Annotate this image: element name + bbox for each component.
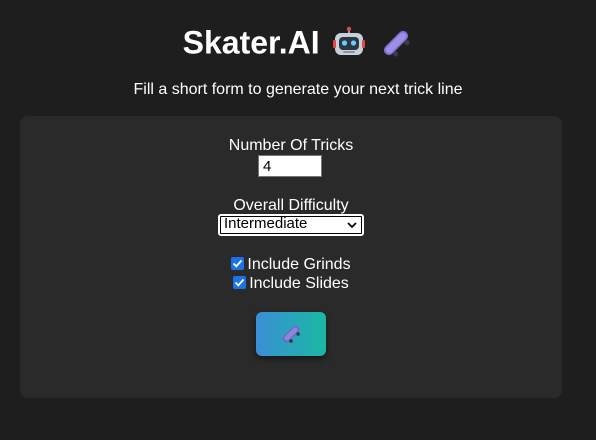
grinds-label: Include Grinds (247, 256, 351, 273)
skateboard-icon (282, 325, 300, 343)
page-title: Skater.AI (0, 20, 596, 63)
robot-icon (332, 26, 366, 60)
tricks-label: Number Of Tricks (228, 137, 354, 154)
chevron-down-icon (347, 222, 357, 229)
slides-option[interactable]: Include Slides (20, 274, 562, 294)
difficulty-label: Overall Difficulty (233, 197, 349, 214)
page: Skater.AI Fill a short form to generate … (0, 0, 596, 440)
check-icon (235, 278, 245, 287)
grinds-option[interactable]: Include Grinds (20, 255, 562, 275)
difficulty-select[interactable]: Intermediate (218, 214, 364, 236)
generate-button[interactable] (256, 312, 326, 356)
tricks-number-input[interactable] (258, 155, 322, 177)
difficulty-selected-value: Intermediate (224, 215, 308, 232)
slides-label: Include Slides (249, 275, 349, 292)
page-subtitle: Fill a short form to generate your next … (133, 81, 463, 98)
app-title: Skater.AI (182, 24, 320, 61)
slides-checkbox[interactable] (233, 276, 247, 289)
trick-form-card: Number Of Tricks Overall Difficulty Inte… (20, 116, 562, 398)
grinds-checkbox[interactable] (231, 257, 245, 270)
check-icon (233, 259, 243, 268)
skateboard-icon (379, 26, 413, 60)
